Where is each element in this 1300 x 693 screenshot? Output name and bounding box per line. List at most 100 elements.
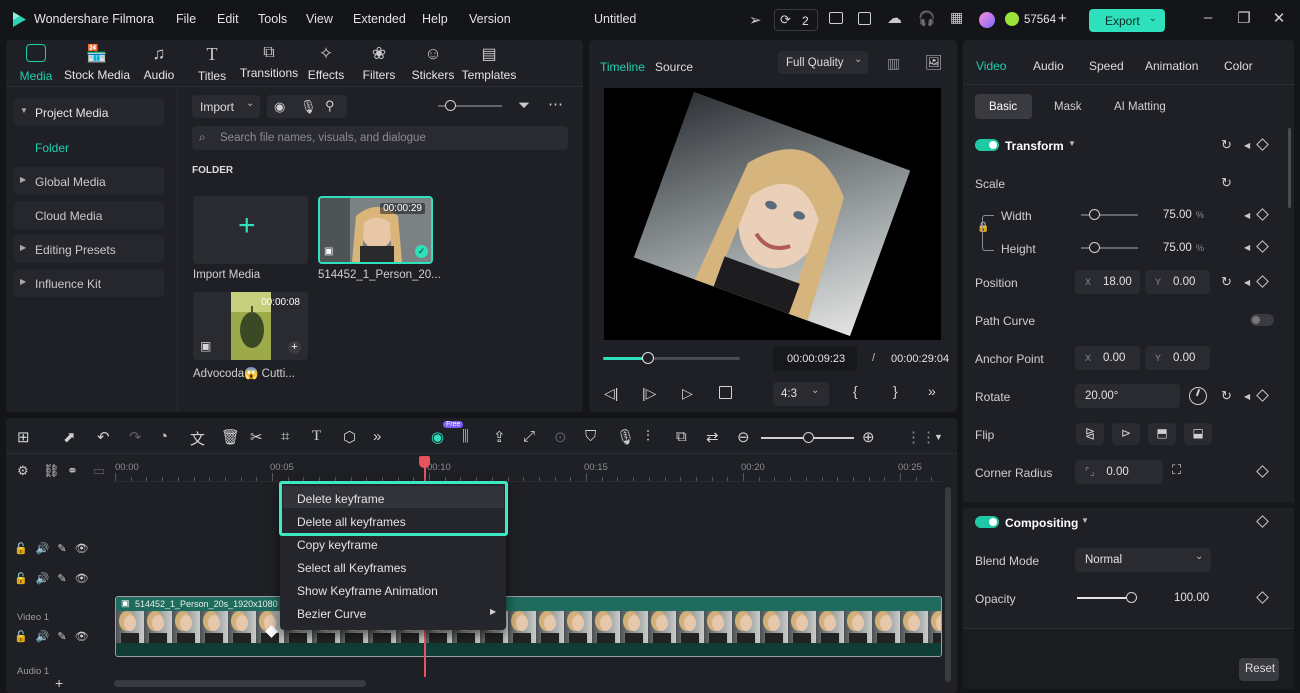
- credits-badge[interactable]: 57564 +: [1001, 10, 1073, 30]
- video-clip[interactable]: ▣ 514452_1_Person_20s_1920x1080 4: [115, 596, 942, 657]
- caret-down-icon[interactable]: ▼: [1068, 139, 1076, 148]
- preview-tab-source[interactable]: Source: [655, 60, 693, 74]
- quality-dropdown[interactable]: Full Quality ⌄: [778, 51, 868, 74]
- layout-icon[interactable]: [829, 12, 843, 24]
- record-screen-icon[interactable]: ◉: [274, 99, 285, 115]
- export-clip-icon[interactable]: ⇪: [493, 428, 506, 446]
- reset-position-icon[interactable]: ↻: [1221, 274, 1232, 290]
- menu-item-bezier-curve[interactable]: Bezier Curve: [297, 607, 366, 621]
- slider-handle[interactable]: [445, 100, 456, 111]
- microphone-icon[interactable]: 🎙: [300, 99, 317, 115]
- lock-icon[interactable]: 🔓: [14, 543, 36, 555]
- eye-icon[interactable]: 👁: [75, 543, 97, 555]
- lock-icon[interactable]: 🔓: [14, 631, 36, 643]
- play-icon[interactable]: ▷: [682, 385, 693, 402]
- path-curve-toggle[interactable]: [1250, 314, 1274, 326]
- playhead-handle[interactable]: [419, 456, 430, 468]
- lock-icon[interactable]: 🔓: [14, 573, 36, 585]
- ratio-dropdown[interactable]: 4:3 ⌄: [773, 382, 829, 406]
- height-value[interactable]: 75.00: [1163, 242, 1192, 254]
- subtab-ai-matting[interactable]: AI Matting: [1114, 101, 1166, 113]
- flip-horizontal-icon[interactable]: ⧎: [1076, 423, 1104, 445]
- transform-toggle[interactable]: [975, 139, 999, 151]
- unlink-icon[interactable]: ⛓: [43, 463, 60, 479]
- zoom-slider[interactable]: [761, 432, 854, 443]
- preview-tab-timeline[interactable]: Timeline: [600, 60, 645, 74]
- prev-keyframe-icon[interactable]: ◀: [1244, 211, 1250, 220]
- delete-icon[interactable]: 🗑: [221, 428, 240, 446]
- slider-handle[interactable]: [803, 432, 814, 443]
- timeline-h-scrollbar[interactable]: [114, 680, 366, 687]
- tab-stock-media[interactable]: 🏪 Stock Media: [62, 44, 132, 82]
- auto-ripple-icon[interactable]: ⊙: [554, 428, 567, 446]
- import-dropdown[interactable]: Import ⌄: [192, 95, 260, 118]
- sidebar-item-folder[interactable]: Folder: [35, 141, 69, 155]
- split-icon[interactable]: ✂: [250, 428, 263, 446]
- caption-icon[interactable]: ▭: [93, 463, 105, 479]
- width-slider[interactable]: [1081, 209, 1138, 220]
- more-options-icon[interactable]: ⋯: [548, 95, 563, 113]
- settings-icon[interactable]: ⚙: [17, 463, 29, 479]
- mark-out-icon[interactable]: }: [893, 383, 898, 399]
- rotate-right-icon[interactable]: ⬒: [1148, 423, 1176, 445]
- menu-item-select-all-keyframes[interactable]: Select all Keyframes: [297, 561, 406, 575]
- reset-button[interactable]: Reset: [1239, 658, 1279, 681]
- timeline-ruler[interactable]: [114, 458, 942, 482]
- layout-grid-icon[interactable]: ⊞: [17, 428, 30, 446]
- rotate-dial-icon[interactable]: [1189, 387, 1207, 405]
- volume-icon[interactable]: 🔊: [36, 631, 58, 643]
- reset-transform-icon[interactable]: ↻: [1221, 137, 1232, 153]
- next-frame-icon[interactable]: |▷: [642, 385, 656, 402]
- corner-expand-icon[interactable]: ⛶: [1172, 462, 1181, 478]
- chevron-down-icon[interactable]: ▼: [934, 432, 943, 442]
- prop-tab-video[interactable]: Video: [976, 59, 1006, 73]
- ai-translate-icon[interactable]: 文: [190, 428, 205, 449]
- prev-keyframe-icon[interactable]: ◀: [1244, 141, 1250, 150]
- menu-edit[interactable]: Edit: [217, 12, 239, 26]
- shield-icon[interactable]: ⛉: [585, 428, 596, 445]
- redo-icon[interactable]: ↷: [129, 428, 142, 446]
- subtab-basic[interactable]: Basic: [975, 94, 1032, 119]
- media-clip-avocado[interactable]: 00:00:08 ▣ +: [193, 292, 308, 360]
- effects-toggle-icon[interactable]: ✎: [57, 543, 74, 555]
- eye-icon[interactable]: 👁: [75, 573, 97, 585]
- slider-handle[interactable]: [1089, 209, 1100, 220]
- filter-icon[interactable]: ⏷: [518, 97, 530, 114]
- sidebar-item-cloud-media[interactable]: Cloud Media: [14, 201, 164, 229]
- ai-voice-icon[interactable]: ⚲: [325, 98, 335, 114]
- mask-icon[interactable]: ⬡: [343, 428, 356, 446]
- preview-canvas[interactable]: [604, 88, 941, 340]
- volume-icon[interactable]: 🔊: [36, 573, 58, 585]
- prop-tab-audio[interactable]: Audio: [1033, 59, 1064, 73]
- prop-tab-animation[interactable]: Animation: [1145, 59, 1198, 73]
- tab-media[interactable]: Media: [1, 44, 71, 83]
- timeline-v-scrollbar[interactable]: [945, 487, 951, 682]
- caret-down-icon[interactable]: ▼: [1081, 516, 1089, 525]
- thumbnail-size-slider[interactable]: [438, 100, 502, 111]
- avatar[interactable]: [979, 12, 995, 28]
- slider-handle[interactable]: [1089, 242, 1100, 253]
- sidebar-item-global-media[interactable]: ▶ Global Media: [14, 167, 164, 195]
- pip-icon[interactable]: ⧉: [676, 428, 687, 445]
- split-scene-icon[interactable]: ⫼: [462, 428, 469, 445]
- media-clip-person[interactable]: 00:00:29 ✓ ▣: [318, 196, 433, 264]
- sidebar-item-editing-presets[interactable]: ▶ Editing Presets: [14, 235, 164, 263]
- position-x-field[interactable]: X 18.00: [1075, 270, 1140, 294]
- opacity-value[interactable]: 100.00: [1174, 592, 1209, 604]
- share-icon[interactable]: ➢: [749, 11, 762, 29]
- zoom-out-icon[interactable]: ⊖: [737, 428, 750, 446]
- menu-tools[interactable]: Tools: [258, 12, 287, 26]
- eye-icon[interactable]: 👁: [75, 631, 97, 643]
- link-icon[interactable]: ⚭: [67, 463, 78, 479]
- rotate-left-icon[interactable]: ⬓: [1184, 423, 1212, 445]
- menu-item-show-keyframe-animation[interactable]: Show Keyframe Animation: [297, 584, 438, 598]
- menu-item-copy-keyframe[interactable]: Copy keyframe: [297, 538, 378, 552]
- zoom-in-icon[interactable]: ⊕: [862, 428, 875, 446]
- track-height-icon[interactable]: ⋮⋮: [906, 428, 936, 446]
- previous-frame-icon[interactable]: ◁|: [604, 385, 618, 402]
- width-value[interactable]: 75.00: [1163, 209, 1192, 221]
- cloud-icon[interactable]: ☁: [887, 9, 902, 27]
- subtab-mask[interactable]: Mask: [1054, 101, 1081, 113]
- grid-view-icon[interactable]: ▥: [887, 55, 900, 72]
- transition-icon[interactable]: ⇄: [706, 428, 719, 446]
